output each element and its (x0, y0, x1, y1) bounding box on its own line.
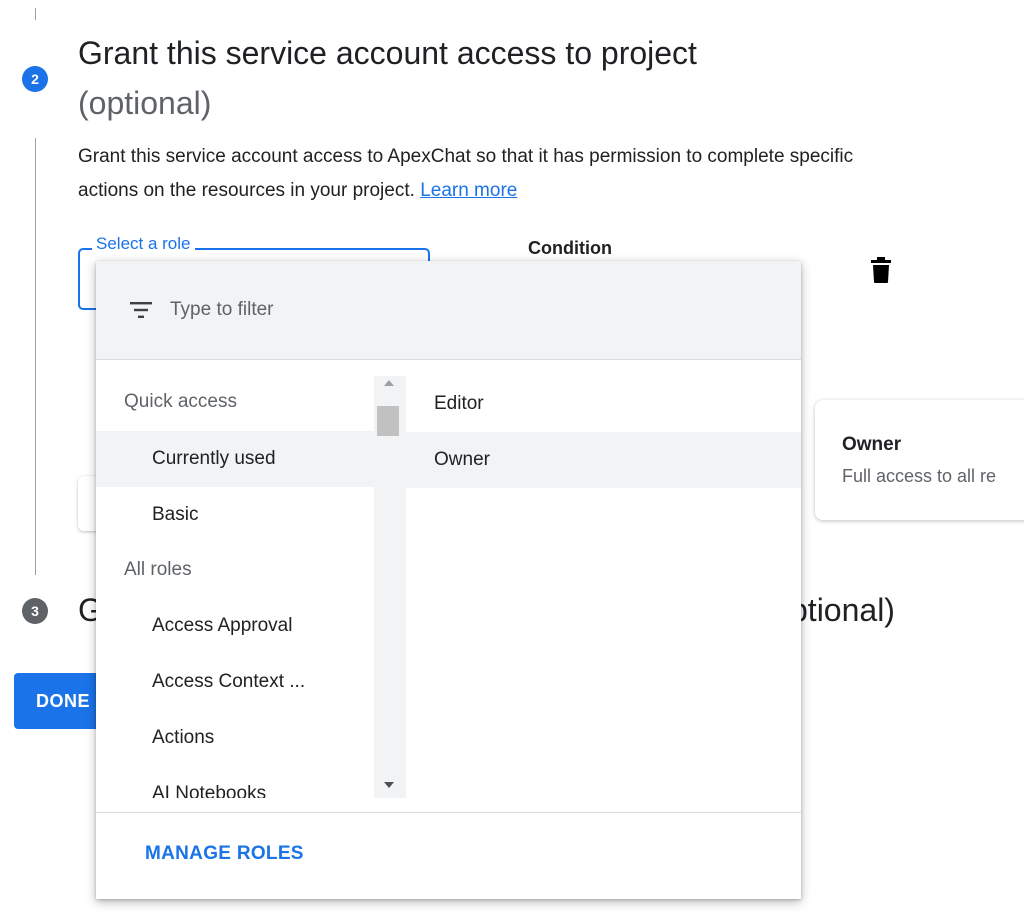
trash-icon[interactable] (869, 256, 893, 284)
category-currently-used[interactable]: Currently used (96, 431, 374, 487)
category-access-approval[interactable]: Access Approval (96, 598, 374, 654)
role-info-description: Full access to all re (842, 466, 997, 486)
dropdown-footer: MANAGE ROLES (96, 812, 801, 899)
quick-access-header: Quick access (124, 391, 237, 412)
role-owner[interactable]: Owner (406, 432, 801, 488)
scroll-down-arrow-icon[interactable] (384, 782, 394, 788)
step-2-optional: (optional) (78, 85, 212, 121)
filter-list-icon (130, 302, 152, 318)
category-basic[interactable]: Basic (96, 487, 374, 543)
role-category-list: Quick access Currently used Basic All ro… (96, 361, 374, 798)
role-editor[interactable]: Editor (406, 376, 801, 432)
scroll-up-arrow-icon[interactable] (384, 380, 394, 386)
step-2-description: Grant this service account access to Ape… (78, 140, 868, 208)
role-info-card: Owner Full access to all re (815, 400, 1024, 520)
stepper-line-top (35, 8, 36, 20)
role-info-title: Owner (842, 434, 902, 455)
manage-roles-button[interactable]: MANAGE ROLES (145, 843, 304, 865)
scroll-thumb[interactable] (377, 406, 399, 436)
all-roles-header: All roles (124, 559, 192, 580)
stepper-line (35, 138, 36, 575)
role-dropdown: Quick access Currently used Basic All ro… (96, 261, 801, 899)
learn-more-link[interactable]: Learn more (420, 180, 517, 201)
role-list: Editor Owner (406, 376, 801, 798)
category-access-context[interactable]: Access Context ... (96, 654, 374, 710)
category-ai-notebooks[interactable]: AI Notebooks (96, 766, 374, 798)
step-2-title: Grant this service account access to pro… (78, 35, 697, 71)
condition-label: Condition (528, 238, 612, 258)
select-role-label: Select a role (92, 233, 195, 255)
category-scrollbar[interactable] (374, 376, 406, 798)
step-3-title-end: ptional) (790, 592, 895, 628)
filter-bar (96, 261, 801, 360)
filter-input[interactable] (168, 293, 768, 327)
step-3-circle: 3 (22, 598, 48, 624)
category-actions[interactable]: Actions (96, 710, 374, 766)
step-2-circle: 2 (22, 66, 48, 92)
